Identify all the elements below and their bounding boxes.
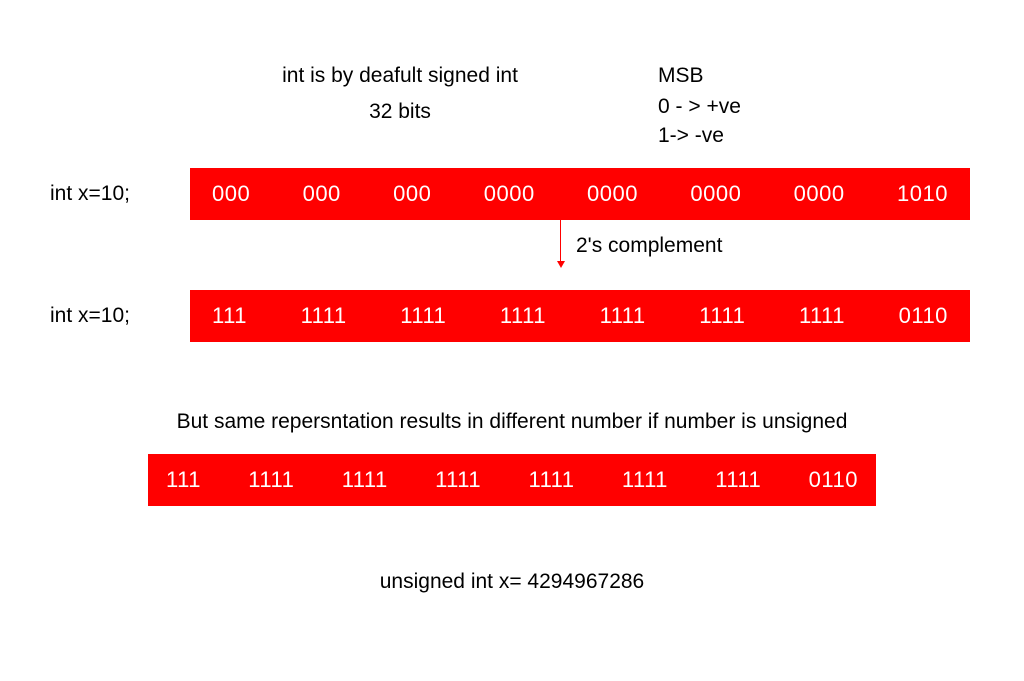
bit-group: 1010 [897,181,948,207]
bit-group: 0000 [794,181,845,207]
bit-group: 1111 [799,303,845,329]
bit-group: 1111 [342,467,388,493]
row1-code-label: int x=10; [50,180,130,208]
diagram-canvas: int is by deafult signed int 32 bits MSB… [0,0,1024,681]
bit-group: 000 [303,181,341,207]
bit-group: 1111 [715,467,761,493]
bit-bar-unsigned: 111 1111 1111 1111 1111 1111 1111 0110 [148,454,876,506]
twos-complement-arrow [556,220,566,268]
bit-group: 1111 [600,303,646,329]
bit-bar-positive: 000 000 000 0000 0000 0000 0000 1010 [190,168,970,220]
bit-group: 000 [212,181,250,207]
row2-code-label: int x=10; [50,302,130,330]
bit-group: 1111 [500,303,546,329]
bit-group: 1111 [435,467,481,493]
msb-negative: 1-> -ve [658,122,724,150]
unsigned-note: But same repersntation results in differ… [0,408,1024,436]
bit-group: 0000 [587,181,638,207]
bit-group: 0000 [484,181,535,207]
bit-group: 1111 [528,467,574,493]
heading-bits: 32 bits [250,98,550,126]
bit-group: 1111 [622,467,668,493]
bit-group: 111 [166,467,201,493]
bit-group: 0110 [809,467,858,493]
bit-group: 1111 [301,303,347,329]
bit-group: 1111 [248,467,294,493]
bit-group: 0110 [899,303,948,329]
bit-group: 000 [393,181,431,207]
bit-group: 111 [212,303,247,329]
bit-group: 0000 [690,181,741,207]
arrow-caption: 2's complement [576,232,722,260]
msb-label: MSB [658,62,704,90]
unsigned-value-label: unsigned int x= 4294967286 [0,568,1024,596]
heading-signed-int: int is by deafult signed int [250,62,550,90]
bit-bar-twos-complement: 111 1111 1111 1111 1111 1111 1111 0110 [190,290,970,342]
msb-positive: 0 - > +ve [658,93,741,121]
bit-group: 1111 [699,303,745,329]
bit-group: 1111 [400,303,446,329]
